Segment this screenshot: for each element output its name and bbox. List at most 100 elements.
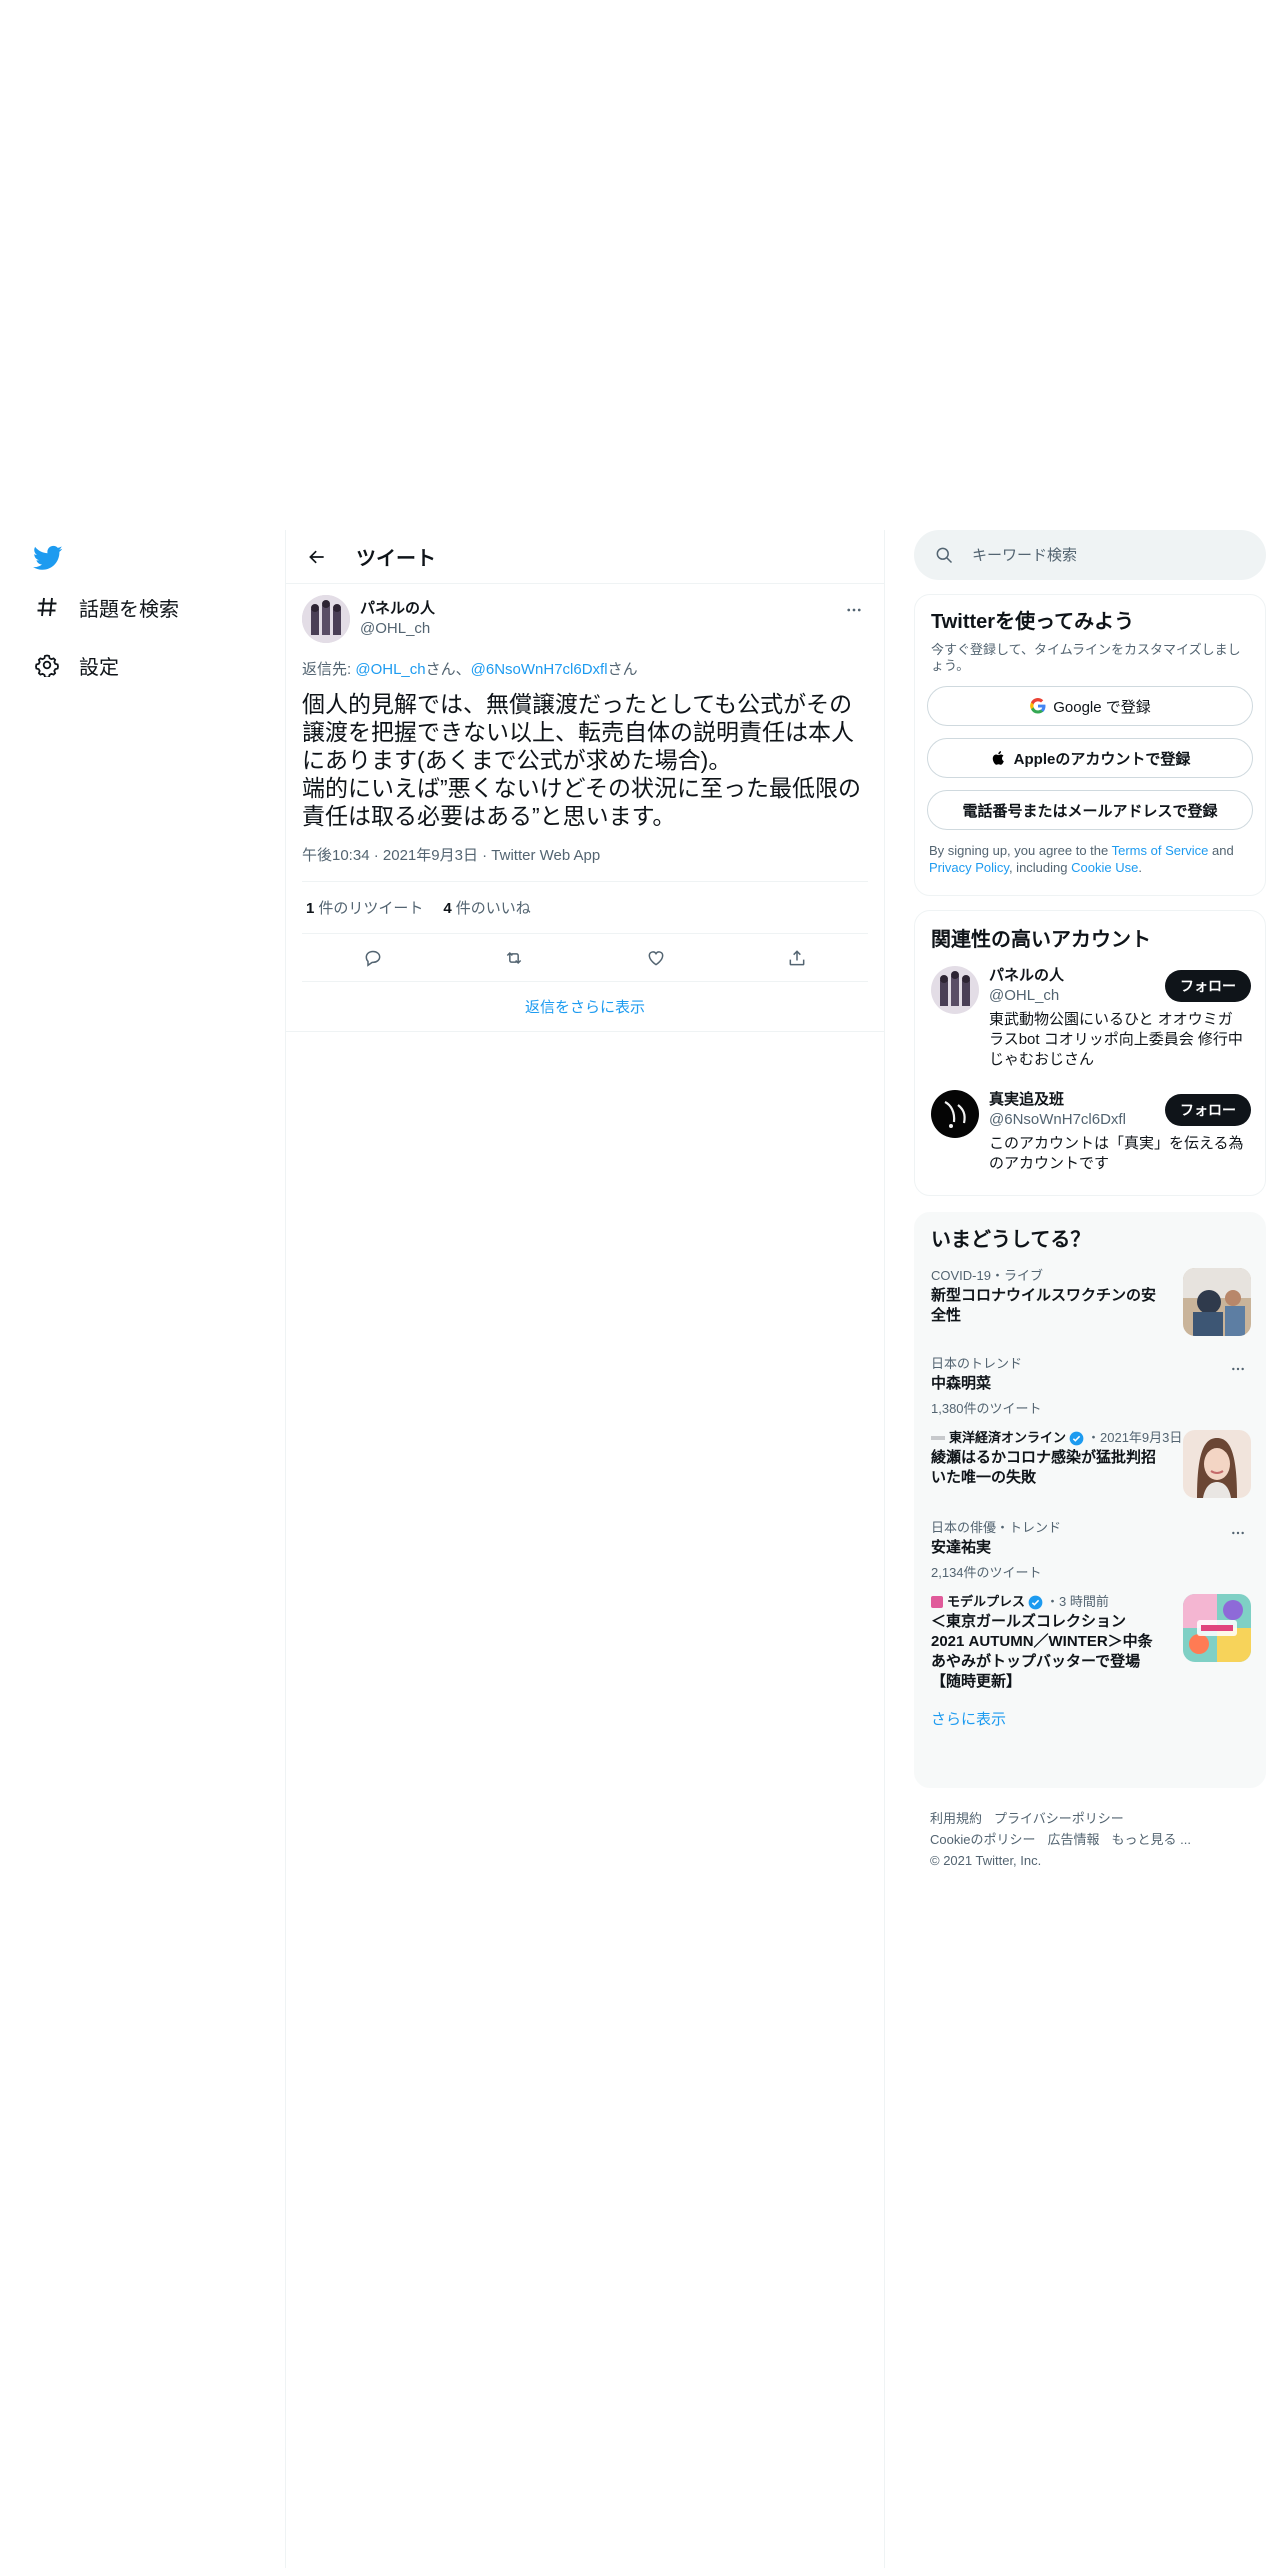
nav-settings[interactable]: 設定 bbox=[33, 645, 119, 685]
trends-card: いまどうしてる？ COVID-19・ライブ 新型コロナウイルスワクチンの安全性 … bbox=[914, 1212, 1266, 1788]
trends-show-more-link[interactable]: さらに表示 bbox=[915, 1708, 1265, 1729]
privacy-policy-link[interactable]: Privacy Policy bbox=[929, 860, 1009, 875]
legal-text-1: By signing up, you agree to the bbox=[929, 843, 1112, 858]
footer-cookie-link[interactable]: Cookieのポリシー bbox=[930, 1832, 1035, 1847]
verified-badge-icon bbox=[1069, 1431, 1084, 1445]
news-time: ・3 時間前 bbox=[1046, 1594, 1109, 1609]
trend-title: 綾瀬はるかコロナ感染が猛批判招いた唯一の失敗 bbox=[931, 1449, 1157, 1486]
news-source-icon bbox=[931, 1596, 943, 1608]
news-source-name: 東洋経済オンライン bbox=[949, 1430, 1067, 1445]
author-info: パネルの人 @OHL_ch bbox=[360, 599, 435, 639]
follow-button[interactable]: フォロー bbox=[1165, 1094, 1251, 1126]
trends-title: いまどうしてる？ bbox=[931, 1229, 1091, 1251]
trend-context: 日本のトレンド bbox=[931, 1356, 1023, 1371]
footer-ads-link[interactable]: 広告情報 bbox=[1047, 1832, 1099, 1847]
hashtag-icon bbox=[33, 593, 61, 621]
account-avatar[interactable] bbox=[931, 1090, 979, 1138]
tweet-meta: 午後10:34 · 2021年9月3日 · Twitter Web App bbox=[302, 844, 868, 882]
reply-icon[interactable] bbox=[356, 941, 390, 975]
footer-terms-link[interactable]: 利用規約 bbox=[930, 1811, 982, 1826]
footer-privacy-link[interactable]: プライバシーポリシー bbox=[994, 1811, 1124, 1826]
related-accounts-card: 関連性の高いアカウント パネルの人 @OHL_ch 東武動物公園にいるひと オオ… bbox=[914, 910, 1266, 1196]
like-count: 4 bbox=[443, 900, 452, 917]
reply-context: 返信先: @OHL_chさん、@6NsoWnH7cl6Dxflさん bbox=[302, 658, 868, 680]
signup-card: Twitterを使ってみよう 今すぐ登録して、タイムラインをカスタマイズしましょ… bbox=[914, 594, 1266, 896]
tweet-actions bbox=[302, 934, 868, 982]
reply-honorific-1: さん、 bbox=[425, 661, 471, 678]
tweet-date[interactable]: 2021年9月3日 bbox=[383, 847, 478, 864]
tweet-text: 個人的見解では、無償譲渡だったとしても公式がその譲渡を把握できない以上、転売自体… bbox=[302, 691, 861, 829]
signup-legal-text: By signing up, you agree to the Terms of… bbox=[915, 842, 1265, 890]
trend-title: 安達祐実 bbox=[931, 1539, 992, 1556]
page-title: ツイート bbox=[356, 548, 436, 570]
more-options-icon[interactable] bbox=[1227, 1358, 1249, 1380]
main-column: ツイート パネルの人 @OHL_ch 返信先: @OHL_chさん、@6NsoW… bbox=[286, 530, 884, 1032]
terms-of-service-link[interactable]: Terms of Service bbox=[1112, 843, 1209, 858]
signup-subtitle: 今すぐ登録して、タイムラインをカスタマイズしましょう。 bbox=[931, 642, 1241, 673]
google-signup-button[interactable]: Google で登録 bbox=[927, 686, 1253, 726]
cookie-use-link[interactable]: Cookie Use bbox=[1071, 860, 1138, 875]
account-bio: 東武動物公園にいるひと オオウミガラスbot コオリッポ向上委員会 修行中じゃむ… bbox=[989, 1011, 1243, 1068]
footer-copyright: © 2021 Twitter, Inc. bbox=[930, 1853, 1042, 1868]
author-handle[interactable]: @OHL_ch bbox=[360, 619, 435, 639]
nav-explore-label: 話題を検索 bbox=[79, 598, 179, 621]
verified-badge-icon bbox=[1028, 1595, 1043, 1609]
legal-text-2: and bbox=[1208, 843, 1234, 858]
nav-settings-label: 設定 bbox=[79, 656, 119, 679]
trend-item[interactable]: モデルプレス ・3 時間前 ＜東京ガールズコレクション 2021 AUTUMN／… bbox=[915, 1594, 1265, 1690]
like-stat[interactable]: 4 件のいいね bbox=[443, 897, 530, 918]
footer-row-1: 利用規約 プライバシーポリシー bbox=[930, 1808, 1250, 1829]
google-signup-label: Google で登録 bbox=[1053, 698, 1151, 716]
related-account[interactable]: パネルの人 @OHL_ch 東武動物公園にいるひと オオウミガラスbot コオリ… bbox=[915, 966, 1265, 1070]
trend-item[interactable]: 日本の俳優・トレンド 安達祐実 2,134件のツイート bbox=[915, 1520, 1265, 1580]
retweet-icon[interactable] bbox=[497, 941, 531, 975]
trend-thumbnail bbox=[1183, 1594, 1251, 1662]
reply-honorific-2: さん bbox=[607, 661, 638, 678]
more-options-icon[interactable] bbox=[842, 598, 866, 622]
trend-item[interactable]: COVID-19・ライブ 新型コロナウイルスワクチンの安全性 bbox=[915, 1268, 1265, 1338]
author-name[interactable]: パネルの人 bbox=[360, 599, 435, 619]
trend-title: 中森明菜 bbox=[931, 1375, 992, 1392]
retweet-label: 件のリツイート bbox=[318, 900, 424, 917]
phone-email-signup-button[interactable]: 電話番号またはメールアドレスで登録 bbox=[927, 790, 1253, 830]
retweet-stat[interactable]: 1 件のリツイート bbox=[306, 897, 423, 918]
trend-item[interactable]: 東洋経済オンライン ・2021年9月3日 綾瀬はるかコロナ感染が猛批判招いた唯一… bbox=[915, 1430, 1265, 1504]
more-options-icon[interactable] bbox=[1227, 1522, 1249, 1544]
author-avatar[interactable] bbox=[302, 595, 350, 643]
apple-signup-button[interactable]: Appleのアカウントで登録 bbox=[927, 738, 1253, 778]
tweet-stats: 1 件のリツイート 4 件のいいね bbox=[302, 882, 868, 934]
legal-text-4: . bbox=[1138, 860, 1142, 875]
trend-tweet-count: 1,380件のツイート bbox=[931, 1401, 1042, 1416]
search-input[interactable] bbox=[972, 546, 1222, 564]
main-header: ツイート bbox=[286, 530, 884, 584]
reply-user-link-1[interactable]: @OHL_ch bbox=[355, 661, 425, 678]
main-column-right-border bbox=[884, 530, 885, 2568]
right-sidebar: Twitterを使ってみよう 今すぐ登録して、タイムラインをカスタマイズしましょ… bbox=[914, 530, 1266, 1871]
apple-signup-label: Appleのアカウントで登録 bbox=[1013, 750, 1191, 768]
trend-tweet-count: 2,134件のツイート bbox=[931, 1565, 1042, 1580]
like-heart-icon[interactable] bbox=[639, 941, 673, 975]
account-bio: このアカウントは「真実」を伝える為のアカウントです bbox=[989, 1135, 1244, 1172]
footer-more-link[interactable]: もっと見る ... bbox=[1111, 1832, 1190, 1847]
signup-title: Twitterを使ってみよう bbox=[931, 611, 1135, 633]
footer-row-2: Cookieのポリシー 広告情報 もっと見る ... bbox=[930, 1829, 1250, 1850]
search-box[interactable] bbox=[914, 530, 1266, 580]
retweet-count: 1 bbox=[306, 900, 315, 917]
show-more-replies-link[interactable]: 返信をさらに表示 bbox=[286, 982, 884, 1032]
account-avatar[interactable] bbox=[931, 966, 979, 1014]
tweet-time[interactable]: 午後10:34 bbox=[302, 847, 370, 864]
nav-explore[interactable]: 話題を検索 bbox=[33, 587, 179, 627]
related-account[interactable]: 真実追及班 @6NsoWnH7cl6Dxfl このアカウントは「真実」を伝える為… bbox=[915, 1090, 1265, 1174]
news-source-name: モデルプレス bbox=[947, 1594, 1026, 1609]
legal-text-3: , including bbox=[1008, 860, 1072, 875]
twitter-logo-icon[interactable] bbox=[33, 543, 63, 573]
tweet-source[interactable]: Twitter Web App bbox=[491, 847, 600, 864]
share-icon[interactable] bbox=[780, 941, 814, 975]
follow-button[interactable]: フォロー bbox=[1165, 970, 1251, 1002]
back-arrow-icon[interactable] bbox=[300, 540, 334, 574]
reply-user-link-2[interactable]: @6NsoWnH7cl6Dxfl bbox=[471, 661, 608, 678]
trend-thumbnail bbox=[1183, 1268, 1251, 1336]
trend-title: ＜東京ガールズコレクション 2021 AUTUMN／WINTER＞中条あやみがト… bbox=[931, 1613, 1153, 1690]
trend-item[interactable]: 日本のトレンド 中森明菜 1,380件のツイート bbox=[915, 1356, 1265, 1416]
reply-prefix: 返信先: bbox=[302, 661, 356, 678]
